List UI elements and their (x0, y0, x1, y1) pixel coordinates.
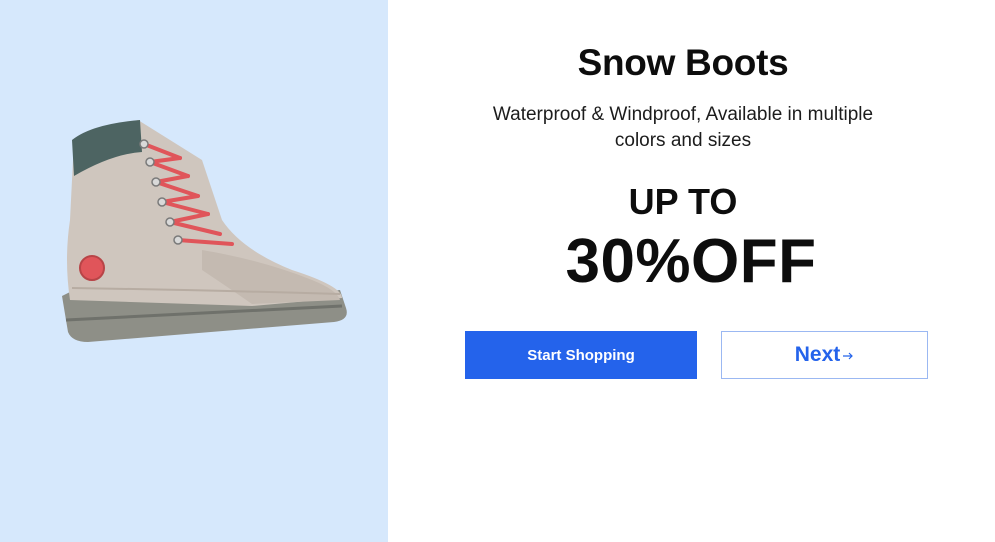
product-image-panel (0, 0, 388, 542)
promo-content: Snow Boots Waterproof & Windproof, Avail… (388, 0, 995, 542)
next-label: Next (794, 343, 841, 366)
start-shopping-label: Start Shopping (527, 346, 635, 364)
promo-title: Snow Boots (577, 42, 789, 83)
promo-discount: 30%OFF (565, 227, 817, 296)
promo-prefix: UP TO (628, 181, 738, 222)
next-button[interactable]: Next (721, 331, 928, 379)
start-shopping-button[interactable]: Start Shopping (465, 331, 697, 379)
snow-boot-image (62, 120, 347, 342)
arrow-right-icon (843, 352, 854, 360)
promo-subtitle: Waterproof & Windproof, Available in mul… (492, 104, 874, 151)
